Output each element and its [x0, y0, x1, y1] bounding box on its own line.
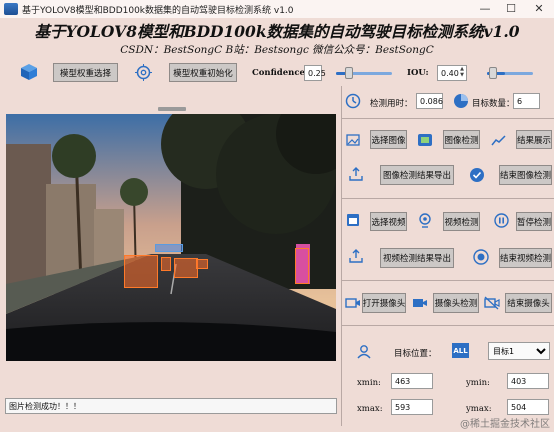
- confidence-slider-handle[interactable]: [345, 67, 353, 79]
- window-titlebar: 基于YOLOV8模型和BDD100k数据集的自动驾驶目标检测系统 v1.0 — …: [0, 0, 554, 18]
- image-panel-handle[interactable]: [158, 107, 186, 111]
- camera-off-icon: [484, 296, 500, 310]
- video-detect-button[interactable]: 视频检测: [443, 212, 480, 231]
- select-weights-button[interactable]: 模型权重选择: [53, 63, 118, 82]
- app-title: 基于YOLOV8模型和BDD100k数据集的自动驾驶目标检测系统v1.0: [34, 22, 520, 41]
- cube-icon: [20, 63, 38, 81]
- clock-icon: [345, 93, 361, 109]
- select-video-button[interactable]: 选择视频: [370, 212, 407, 231]
- detect-time-label: 检测用时：: [370, 99, 413, 109]
- pause-detect-button[interactable]: 暂停检测: [516, 212, 552, 231]
- xmin-label: xmin:: [357, 378, 381, 388]
- iou-label: IOU:: [407, 68, 429, 78]
- detection-box: [196, 259, 208, 269]
- webcam-icon: [417, 212, 433, 228]
- image-icon: [346, 133, 360, 147]
- detection-box: [174, 258, 198, 278]
- section-divider: [341, 280, 554, 281]
- section-divider: [341, 325, 554, 326]
- confidence-label: Confidence:: [252, 68, 309, 78]
- iou-spin-arrows[interactable]: ▲ ▼: [458, 66, 466, 78]
- init-weights-button[interactable]: 模型权重初始化: [169, 63, 237, 82]
- target-count-value: 6: [513, 93, 540, 109]
- minimize-button[interactable]: —: [472, 0, 498, 18]
- video-file-icon: [346, 213, 360, 227]
- window-title: 基于YOLOV8模型和BDD100k数据集的自动驾驶目标检测系统 v1.0: [22, 6, 294, 16]
- select-image-button[interactable]: 选择图像: [370, 130, 407, 149]
- detection-box-car: [124, 255, 158, 288]
- xmax-value: 593: [391, 399, 433, 415]
- ymin-value: 403: [507, 373, 549, 389]
- upload-icon: [349, 249, 363, 263]
- image-detect-button[interactable]: 图像检测: [443, 130, 480, 149]
- check-circle-icon: [469, 167, 485, 183]
- camera-detect-button[interactable]: 摄像头检测: [433, 293, 479, 313]
- end-camera-button[interactable]: 结束摄像头: [505, 293, 552, 313]
- xmin-value: 463: [391, 373, 433, 389]
- camera-icon: [345, 296, 361, 310]
- end-image-detect-button[interactable]: 结束图像检测: [499, 165, 552, 185]
- status-message: 图片检测成功！！！: [5, 398, 337, 414]
- all-badge: ALL: [452, 343, 469, 358]
- detection-box-traffic-sign: [155, 244, 183, 252]
- target-icon: [135, 64, 152, 81]
- iou-slider-handle[interactable]: [489, 67, 497, 79]
- export-video-result-button[interactable]: 视频检测结果导出: [380, 248, 454, 268]
- street-scene-image: [6, 114, 336, 361]
- user-icon: [357, 344, 371, 359]
- detection-image-panel: [6, 114, 336, 361]
- section-divider: [341, 198, 554, 199]
- show-result-button[interactable]: 结果展示: [516, 130, 552, 149]
- stop-icon: [473, 249, 489, 265]
- export-image-result-button[interactable]: 图像检测结果导出: [380, 165, 454, 185]
- pause-icon: [494, 213, 509, 228]
- panel-divider: [341, 86, 342, 426]
- detection-box: [295, 248, 309, 284]
- target-count-label: 目标数量：: [472, 99, 515, 109]
- line-chart-icon: [491, 133, 506, 147]
- target-position-label: 目标位置：: [394, 349, 437, 359]
- confidence-spinbox[interactable]: 0.25: [304, 65, 326, 81]
- watermark: @稀土掘金技术社区: [460, 419, 550, 430]
- end-video-detect-button[interactable]: 结束视频检测: [499, 248, 552, 268]
- detect-time-value: 0.086: [416, 93, 443, 109]
- app-subtitle: CSDN：BestSongC B站：Bestsongc 微信公众号：BestSo…: [120, 44, 434, 56]
- image-detect-icon: [417, 132, 433, 148]
- maximize-button[interactable]: ☐: [498, 0, 524, 18]
- close-button[interactable]: ✕: [526, 0, 552, 18]
- target-select[interactable]: 目标1: [488, 342, 550, 360]
- upload-icon: [349, 167, 363, 181]
- app-icon: [4, 3, 18, 15]
- section-divider: [341, 118, 554, 119]
- detection-box: [161, 257, 171, 271]
- pie-chart-icon: [453, 93, 469, 109]
- open-camera-button[interactable]: 打开摄像头: [362, 293, 406, 313]
- xmax-label: xmax:: [357, 404, 383, 414]
- ymax-value: 504: [507, 399, 549, 415]
- video-camera-icon: [412, 296, 428, 310]
- ymax-label: ymax:: [466, 404, 492, 414]
- ymin-label: ymin:: [466, 378, 490, 388]
